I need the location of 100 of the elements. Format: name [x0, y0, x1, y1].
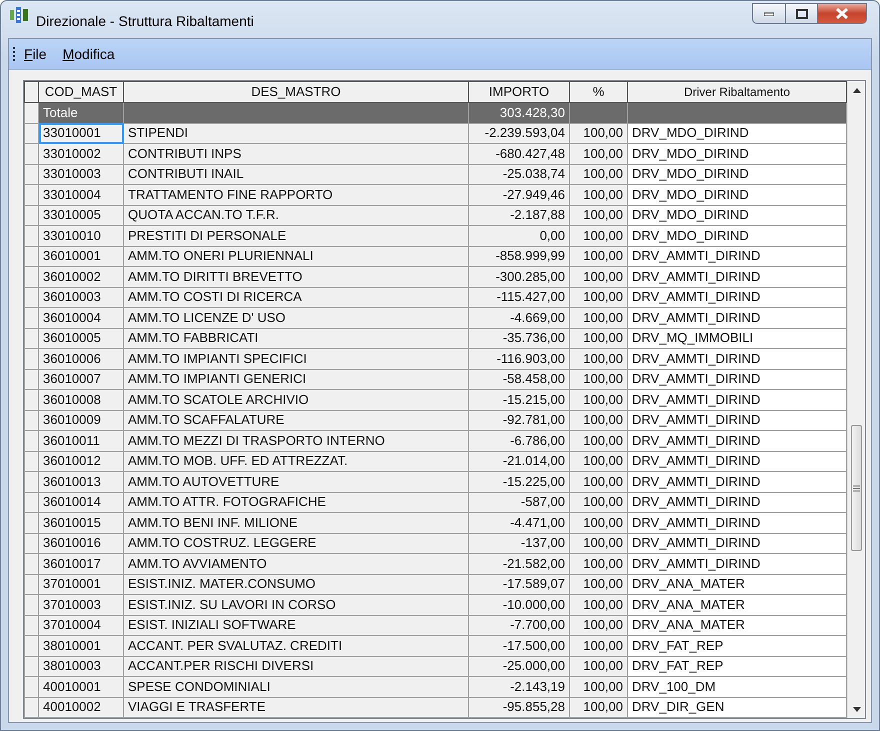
code-cell[interactable]: 36010004 [38, 308, 124, 328]
driver-cell: DRV_AMMTI_DIRIND [628, 430, 846, 451]
maximize-icon [796, 8, 808, 18]
amount-cell: -95.855,28 [468, 697, 570, 718]
code-cell[interactable]: 37010003 [38, 594, 124, 615]
description-cell: ESIST.INIZ. MATER.CONSUMO [124, 574, 468, 594]
code-cell[interactable]: 37010004 [38, 615, 124, 636]
description-cell: TRATTAMENTO FINE RAPPORTO [124, 184, 468, 205]
percent-cell: 100,00 [570, 164, 628, 184]
amount-cell: -35.736,00 [468, 328, 570, 348]
code-cell[interactable]: 33010010 [38, 226, 124, 246]
driver-cell: DRV_AMMTI_DIRIND [628, 451, 846, 472]
amount-cell: -858.999,99 [468, 246, 570, 266]
code-cell[interactable]: 38010001 [38, 636, 124, 656]
driver-cell: DRV_ANA_MATER [628, 615, 846, 636]
percent-cell: 100,00 [570, 123, 628, 144]
percent-cell: 100,00 [570, 697, 628, 718]
driver-cell: DRV_AMMTI_DIRIND [628, 554, 846, 574]
code-cell[interactable]: 36010001 [38, 246, 124, 266]
description-cell: AMM.TO LICENZE D' USO [124, 308, 468, 328]
scrollbar[interactable] [847, 81, 865, 718]
amount-cell: -25.038,74 [468, 164, 570, 184]
code-cell[interactable]: 40010001 [38, 676, 124, 697]
scroll-thumb[interactable] [851, 425, 862, 551]
percent-cell: 100,00 [570, 266, 628, 287]
driver-cell: DRV_AMMTI_DIRIND [628, 410, 846, 430]
code-cell[interactable]: 33010002 [38, 144, 124, 164]
column-header[interactable]: DES_MASTRO [124, 82, 468, 102]
code-cell[interactable]: 36010006 [38, 348, 124, 369]
amount-cell: -15.215,00 [468, 390, 570, 410]
code-cell[interactable]: 36010009 [38, 410, 124, 430]
amount-cell: -7.700,00 [468, 615, 570, 636]
code-cell[interactable]: 36010015 [38, 512, 124, 533]
percent-cell: 100,00 [570, 512, 628, 533]
percent-cell: 100,00 [570, 144, 628, 164]
column-header[interactable]: COD_MAST [38, 82, 124, 102]
total-amount-cell: 303.428,30 [468, 102, 570, 123]
driver-cell: DRV_AMMTI_DIRIND [628, 369, 846, 390]
percent-cell: 100,00 [570, 226, 628, 246]
code-cell[interactable]: 36010011 [38, 430, 124, 451]
menu-item[interactable]: File [16, 44, 55, 64]
driver-cell: DRV_AMMTI_DIRIND [628, 472, 846, 492]
amount-cell: -4.669,00 [468, 308, 570, 328]
description-cell: AMM.TO MOB. UFF. ED ATTREZZAT. [124, 451, 468, 472]
description-cell: AMM.TO IMPIANTI SPECIFICI [124, 348, 468, 369]
description-cell: PRESTITI DI PERSONALE [124, 226, 468, 246]
amount-cell: -10.000,00 [468, 594, 570, 615]
description-cell: AMM.TO AVVIAMENTO [124, 554, 468, 574]
code-cell[interactable]: 36010007 [38, 369, 124, 390]
code-cell[interactable]: 36010005 [38, 328, 124, 348]
maximize-button[interactable] [786, 3, 818, 24]
driver-cell: DRV_AMMTI_DIRIND [628, 287, 846, 308]
code-cell[interactable]: 36010008 [38, 390, 124, 410]
code-cell[interactable]: 36010002 [38, 266, 124, 287]
amount-cell: -17.589,07 [468, 574, 570, 594]
driver-cell: DRV_DIR_GEN [628, 697, 846, 718]
amount-cell: -58.458,00 [468, 369, 570, 390]
row-header[interactable] [24, 102, 38, 123]
menu-item[interactable]: Modifica [54, 44, 123, 64]
code-cell[interactable]: 33010001 [38, 123, 124, 144]
column-header[interactable]: IMPORTO [468, 82, 570, 102]
code-cell[interactable]: 36010017 [38, 554, 124, 574]
code-cell[interactable]: 38010003 [38, 656, 124, 676]
code-cell[interactable]: 40010002 [38, 697, 124, 718]
total-label-cell: Totale [38, 102, 124, 123]
code-cell[interactable]: 36010016 [38, 533, 124, 554]
percent-cell: 100,00 [570, 451, 628, 472]
amount-cell: -116.903,00 [468, 348, 570, 369]
code-cell[interactable]: 36010014 [38, 492, 124, 512]
percent-cell: 100,00 [570, 246, 628, 266]
percent-cell: 100,00 [570, 594, 628, 615]
description-cell: ESIST. INIZIALI SOFTWARE [124, 615, 468, 636]
description-cell: AMM.TO SCAFFALATURE [124, 410, 468, 430]
percent-cell: 100,00 [570, 533, 628, 554]
code-cell[interactable]: 33010004 [38, 184, 124, 205]
amount-cell: -21.582,00 [468, 554, 570, 574]
description-cell: AMM.TO BENI INF. MILIONE [124, 512, 468, 533]
description-cell: AMM.TO FABBRICATI [124, 328, 468, 348]
description-cell: VIAGGI E TRASFERTE [124, 697, 468, 718]
description-cell: CONTRIBUTI INAIL [124, 164, 468, 184]
code-cell[interactable]: 36010003 [38, 287, 124, 308]
amount-cell: -2.187,88 [468, 205, 570, 226]
code-cell[interactable]: 36010012 [38, 451, 124, 472]
percent-cell: 100,00 [570, 287, 628, 308]
driver-cell: DRV_MDO_DIRIND [628, 123, 846, 144]
percent-cell: 100,00 [570, 328, 628, 348]
column-header[interactable]: Driver Ribaltamento [628, 82, 846, 102]
code-cell[interactable]: 33010003 [38, 164, 124, 184]
description-cell: QUOTA ACCAN.TO T.F.R. [124, 205, 468, 226]
code-cell[interactable]: 37010001 [38, 574, 124, 594]
code-cell[interactable]: 36010013 [38, 472, 124, 492]
description-cell: AMM.TO ONERI PLURIENNALI [124, 246, 468, 266]
close-icon [836, 8, 848, 19]
code-cell[interactable]: 33010005 [38, 205, 124, 226]
close-button[interactable] [818, 3, 867, 24]
column-header[interactable]: % [570, 82, 628, 102]
minimize-button[interactable] [752, 3, 786, 24]
driver-cell: DRV_MDO_DIRIND [628, 164, 846, 184]
driver-cell: DRV_AMMTI_DIRIND [628, 266, 846, 287]
description-cell: ACCANT. PER SVALUTAZ. CREDITI [124, 636, 468, 656]
